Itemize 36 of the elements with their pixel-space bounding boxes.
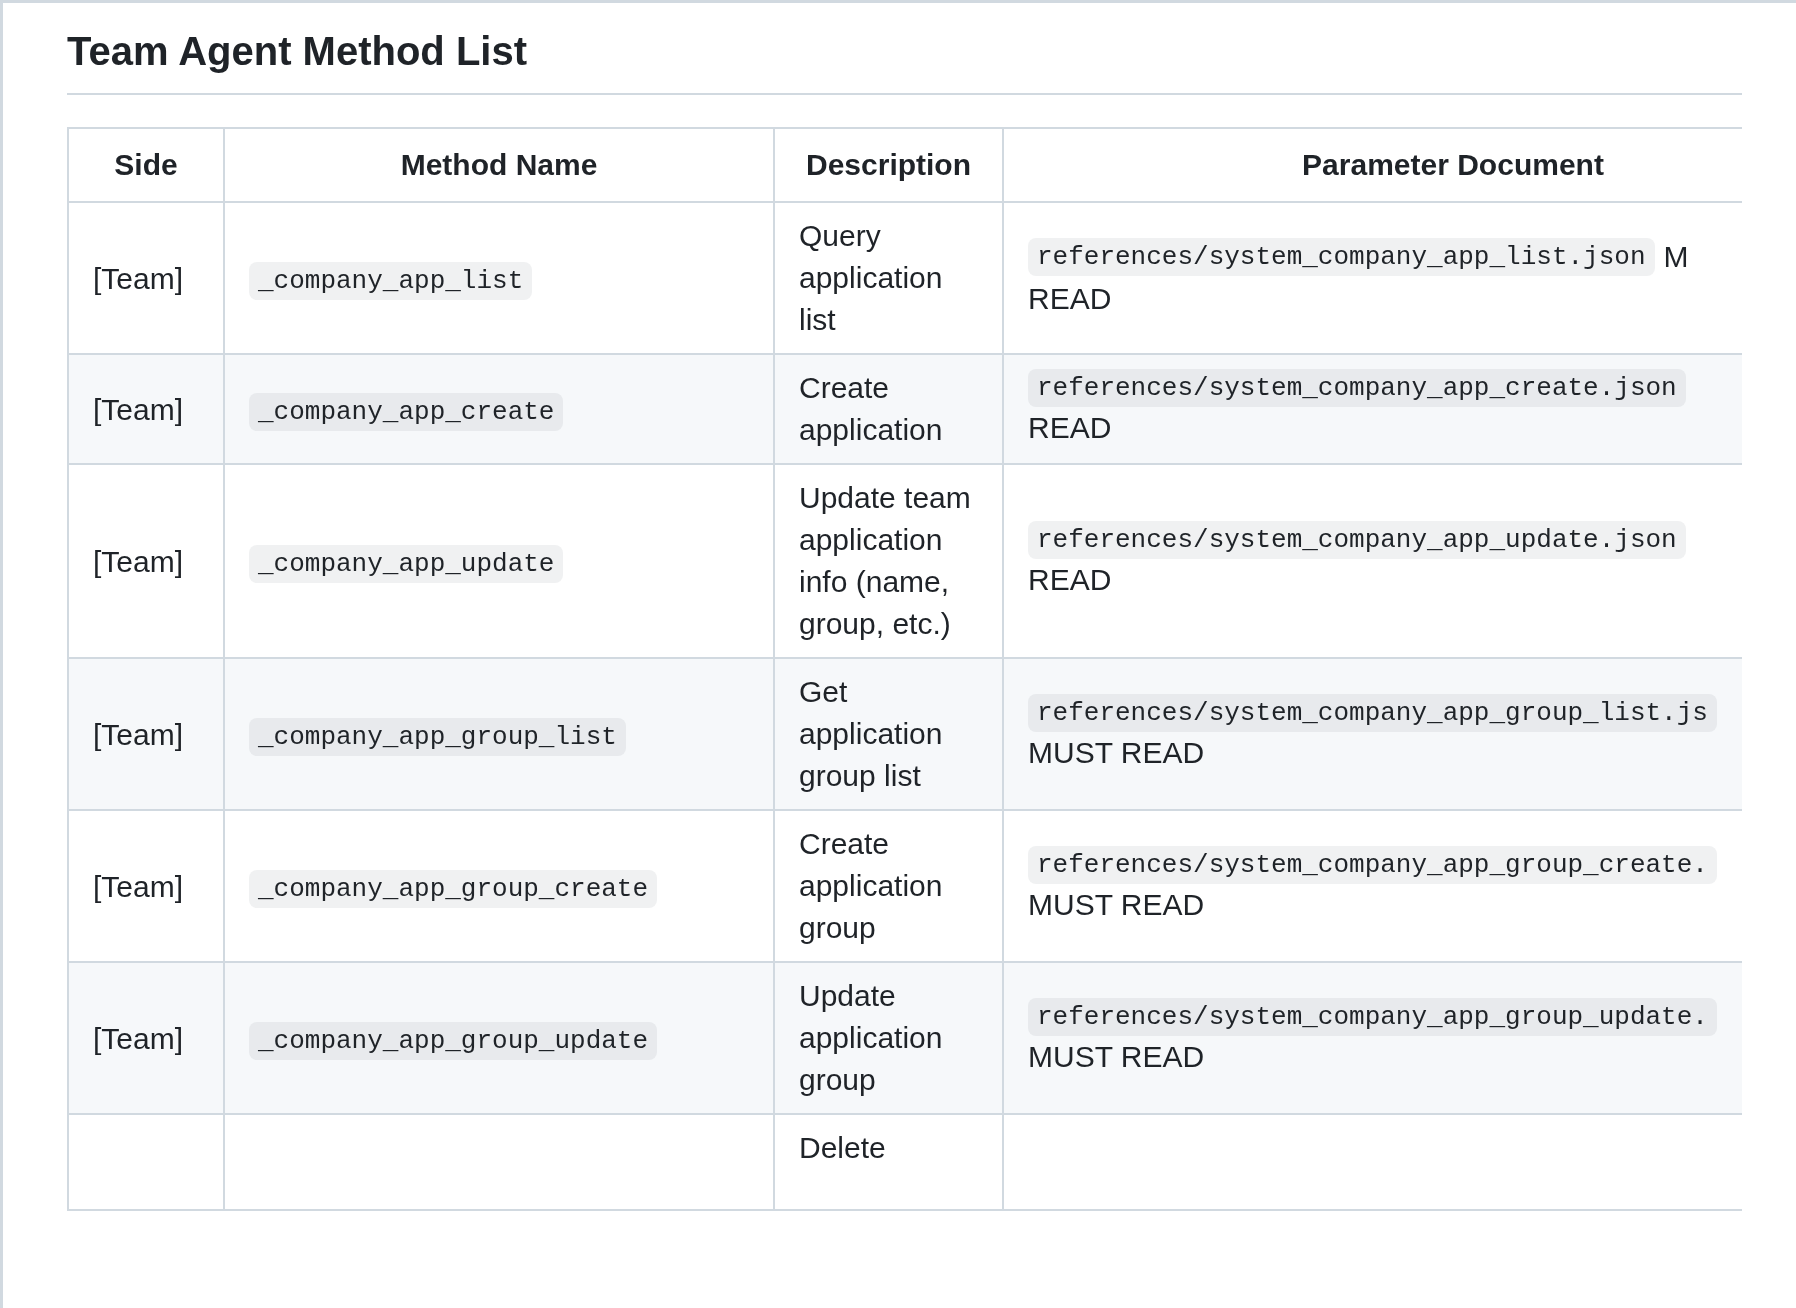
note-text: MUST READ xyxy=(1028,735,1205,771)
note-text: READ xyxy=(1028,562,1112,598)
note-text: M xyxy=(1663,239,1689,275)
description-text: Get application group list xyxy=(799,675,943,792)
description-text: Create application xyxy=(799,371,943,446)
method-name: _company_app_list xyxy=(249,262,533,300)
description-text: Create application group xyxy=(799,827,943,944)
file-path: references/system_company_app_update.json xyxy=(1028,521,1686,559)
column-header: Side xyxy=(68,128,224,202)
method-name: _company_app_group_update xyxy=(249,1022,658,1060)
side-label: [Team] xyxy=(93,544,184,578)
note-text: READ xyxy=(1028,410,1112,446)
method-name: _company_app_group_list xyxy=(249,718,626,756)
description-text: Delete xyxy=(799,1131,886,1164)
description-text: Query application list xyxy=(799,219,943,336)
method-name: _company_app_group_create xyxy=(249,870,658,908)
file-path: references/system_company_app_group_list.js xyxy=(1028,694,1717,732)
side-label: [Team] xyxy=(93,869,184,903)
side-label: [Team] xyxy=(93,392,184,426)
description-text: Update application group xyxy=(799,979,943,1096)
description-text: Update team application info (name, group, etc.) xyxy=(799,481,971,640)
note-text: READ xyxy=(1028,281,1112,317)
side-label: [Team] xyxy=(93,717,184,751)
column-header: Parameter Document xyxy=(1003,128,1742,202)
page-heading: Team Agent Method List xyxy=(67,28,528,75)
side-label: [Team] xyxy=(93,261,184,295)
method-name: _company_app_update xyxy=(249,545,564,583)
column-header: Method Name xyxy=(224,128,774,202)
file-path: references/system_company_app_group_update. xyxy=(1028,998,1717,1036)
file-path: references/system_company_app_group_create. xyxy=(1028,846,1717,884)
note-text: MUST READ xyxy=(1028,1039,1205,1075)
method-name: _company_app_create xyxy=(249,393,564,431)
file-path: references/system_company_app_list.json xyxy=(1028,238,1655,276)
file-path: references/system_company_app_create.json xyxy=(1028,369,1686,407)
side-label: [Team] xyxy=(93,1021,184,1055)
note-text: MUST READ xyxy=(1028,887,1205,923)
